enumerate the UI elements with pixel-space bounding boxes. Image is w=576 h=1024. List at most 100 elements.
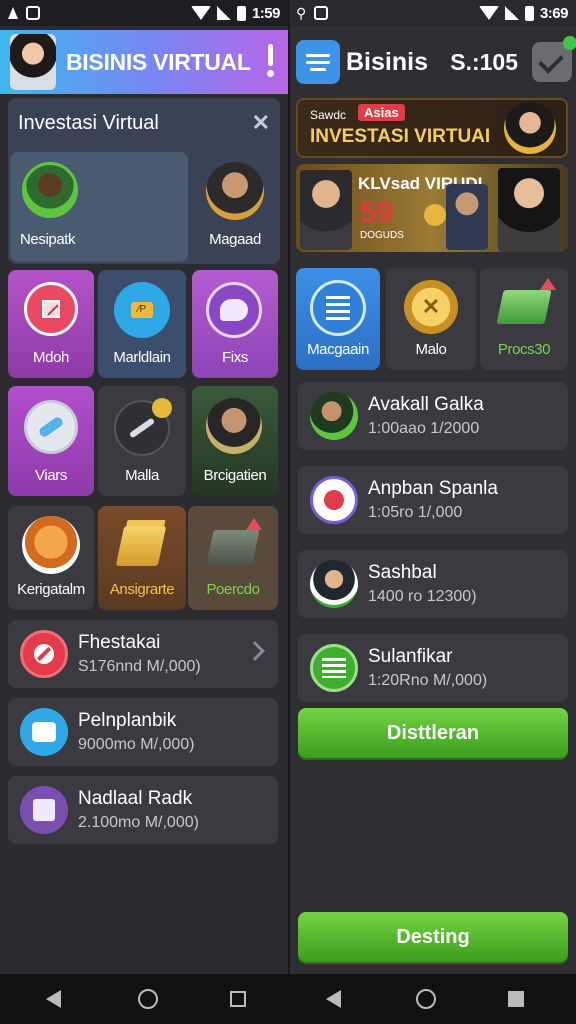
- compass-icon: [310, 476, 358, 524]
- app-title: Bisinis: [346, 47, 428, 76]
- avatar[interactable]: [10, 34, 56, 90]
- recents-icon[interactable]: [508, 991, 524, 1007]
- tile-label: Procs30: [497, 341, 551, 358]
- robot-icon: [20, 708, 68, 756]
- check-badge-icon[interactable]: [532, 36, 576, 82]
- grid-tile-poercdo[interactable]: Poercdo: [188, 506, 278, 610]
- list-item-title: Pelnplanbik: [78, 710, 177, 731]
- list-item-sub: 1:05ro 1/,000: [368, 504, 463, 521]
- status-time: 3:69: [539, 4, 569, 22]
- grid-tile-viars[interactable]: Viars: [8, 386, 94, 496]
- close-icon[interactable]: ✕: [252, 110, 270, 136]
- back-icon[interactable]: [46, 990, 61, 1008]
- tile-label: Nesipatk: [20, 231, 76, 248]
- tile-label: Viars: [35, 467, 67, 484]
- tile-label: Ansigrarte: [109, 581, 175, 598]
- right-screen: ⚲ 3:69 Bisinis S.:105 Sawdc Asias INVEST…: [288, 0, 576, 974]
- banner-small-text: Sawdc: [310, 108, 347, 122]
- primary-button[interactable]: Disttleran: [298, 708, 568, 758]
- promo-banner[interactable]: Sawdc Asias INVESTASI VIRTUAI: [296, 98, 568, 158]
- grid-tile-malla[interactable]: Malla: [98, 386, 186, 496]
- refresh-icon[interactable]: [416, 989, 436, 1009]
- promo-banner-large[interactable]: KLVsad VIRUDI 59 DOGUDS: [296, 164, 568, 252]
- list-item[interactable]: Sulanfikar 1:20Rno M/,000): [298, 634, 568, 702]
- list-item-sub: 9000mo M/,000): [78, 736, 195, 753]
- list-item-title: Sulanfikar: [368, 646, 453, 667]
- banner-headline: INVESTASI VIRTUAI: [310, 126, 491, 147]
- grid-icon: [310, 280, 366, 336]
- tile-macgaain[interactable]: Macgaain: [296, 268, 380, 370]
- list-item[interactable]: Sashbal 1400 ro 12300): [298, 550, 568, 618]
- grid-tile-mdoh[interactable]: Mdoh: [8, 270, 94, 378]
- wifi-icon: [478, 6, 499, 20]
- tile-label: Marldlain: [113, 349, 171, 366]
- list-item[interactable]: Anpban Spanla 1:05ro 1/,000: [298, 466, 568, 534]
- grid-tile-kerigatalm[interactable]: Kerigatalm: [8, 506, 94, 610]
- list-item-title: Sashbal: [368, 562, 437, 583]
- person-icon: [206, 398, 262, 454]
- list-item[interactable]: Fhestakai S176nnd M/,000): [8, 620, 278, 688]
- person-image: [446, 184, 488, 250]
- grid-tile-fixs[interactable]: Fixs: [192, 270, 278, 378]
- heart-chat-icon: [206, 282, 262, 338]
- grid-tile-brcigatien[interactable]: Brcigatien: [192, 386, 278, 496]
- person-image: [498, 168, 560, 252]
- banner-number: 59: [360, 196, 394, 229]
- bottom-button[interactable]: Desting: [298, 912, 568, 962]
- list-item[interactable]: Nadlaal Radk 2.100mo M/,000): [8, 776, 278, 844]
- list-item-title: Fhestakai: [78, 632, 161, 653]
- grid-tile-nesipatk[interactable]: Nesipatk: [10, 152, 188, 262]
- app-header: BISINIS VIRTUAL: [0, 30, 288, 94]
- coin-icon: [424, 204, 446, 226]
- coin-icon: [152, 398, 172, 418]
- battery-icon: [524, 5, 534, 21]
- chevron-right-icon: [245, 641, 265, 661]
- list-item-sub: S176nnd M/,000): [78, 658, 201, 675]
- gold-bars-icon: [115, 526, 167, 566]
- notification-icon: [8, 7, 18, 19]
- banner-tag: Asias: [358, 104, 405, 121]
- coin-icon: ✕: [404, 280, 458, 334]
- app-header: Bisinis S.:105: [288, 30, 576, 94]
- tile-label: Macgaain: [307, 341, 369, 358]
- document-icon: [20, 786, 68, 834]
- list-icon: [310, 644, 358, 692]
- navigation-bar: [0, 974, 576, 1024]
- grid-tile-marldlain[interactable]: ⁄P Marldlain: [98, 270, 186, 378]
- recents-icon[interactable]: [230, 991, 246, 1007]
- grid-tile-magaad[interactable]: Magaad: [192, 152, 278, 262]
- tile-procs30[interactable]: Procs30: [480, 268, 568, 370]
- tile-label: Brcigatien: [203, 467, 267, 484]
- app-title: BISINIS VIRTUAL: [66, 48, 251, 75]
- list-item-title: Avakall Galka: [368, 394, 484, 415]
- tile-label: Kerigatalm: [17, 581, 85, 598]
- person-coins-icon: [310, 392, 358, 440]
- document-icon[interactable]: [296, 40, 340, 84]
- battery-icon: [236, 5, 246, 21]
- back-icon[interactable]: [326, 990, 341, 1008]
- status-bar: 1:59: [0, 0, 288, 26]
- grid-tile-ansigrarte[interactable]: Ansigrarte: [98, 506, 186, 610]
- signal-icon: [216, 6, 231, 20]
- check-square-icon: [26, 6, 40, 20]
- person-icon: [206, 162, 264, 220]
- tile-label: Mdoh: [33, 349, 69, 366]
- list-item[interactable]: Avakall Galka 1:00aao 1/2000: [298, 382, 568, 450]
- avatar: [504, 102, 556, 154]
- tile-label: Fixs: [222, 349, 248, 366]
- list-item[interactable]: Pelnplanbik 9000mo M/,000): [8, 698, 278, 766]
- tile-malo[interactable]: ✕ Malo: [386, 268, 476, 370]
- tools-icon: [314, 6, 329, 20]
- status-time: 1:59: [251, 4, 281, 22]
- alert-icon[interactable]: [266, 44, 274, 78]
- banner-sub: DOGUDS: [360, 230, 404, 241]
- face-icon: [22, 516, 80, 574]
- money-stack-icon: [496, 290, 552, 324]
- panel-title: Investasi Virtual: [18, 112, 159, 134]
- compass-icon: [20, 630, 68, 678]
- signal-icon: [504, 6, 519, 20]
- money-stack-icon: [206, 530, 260, 564]
- home-icon[interactable]: [138, 989, 158, 1009]
- wifi-icon: [190, 6, 211, 20]
- arrow-icon: [246, 518, 262, 530]
